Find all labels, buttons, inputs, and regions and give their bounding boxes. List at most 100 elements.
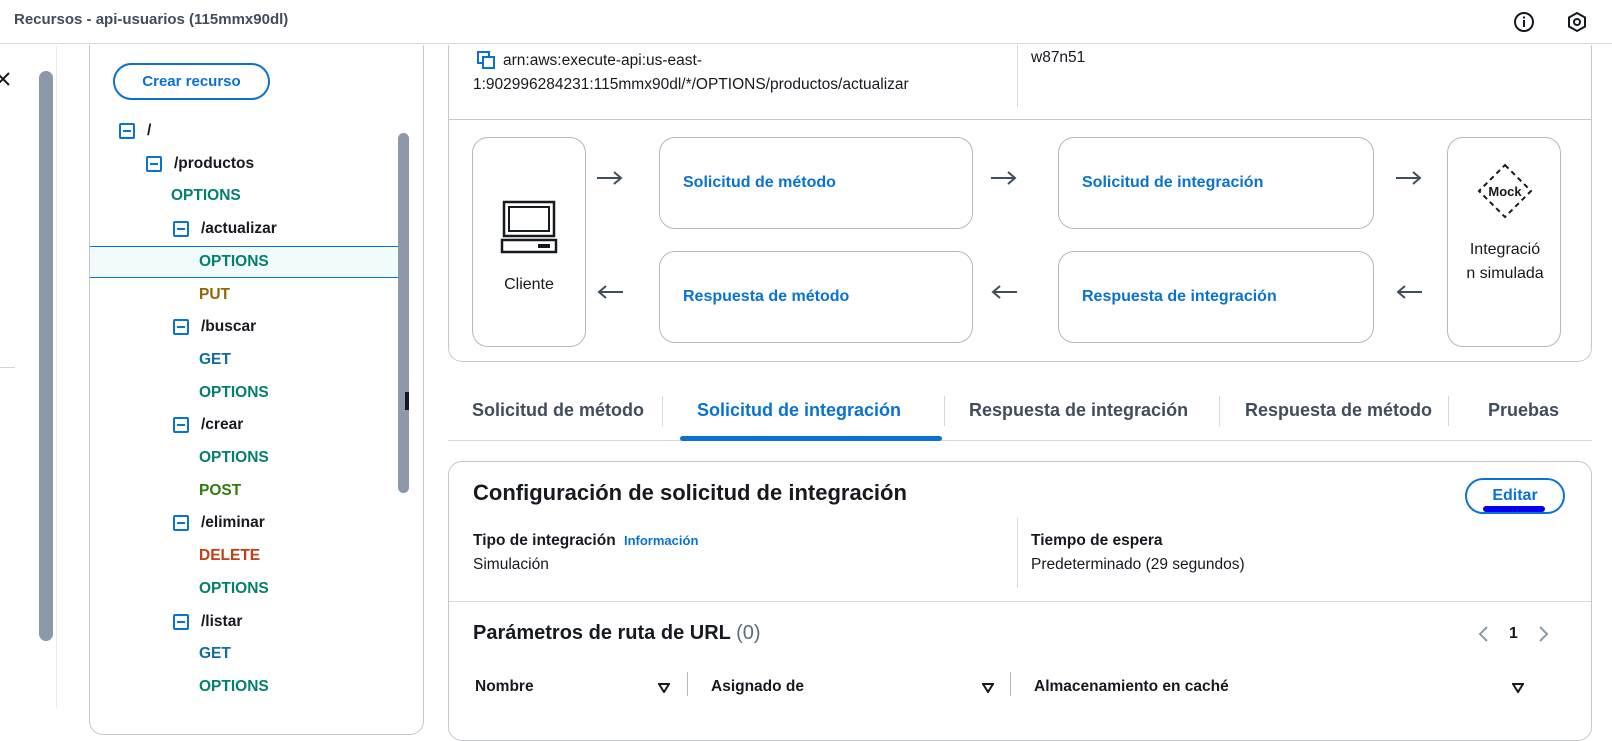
url-path-params-count: (0) [736, 622, 761, 644]
current-page[interactable]: 1 [1509, 625, 1518, 643]
tab-separator [1219, 396, 1220, 426]
edit-annotation-mark [1483, 506, 1545, 512]
integration-response-link[interactable]: Respuesta de integración [1082, 288, 1277, 306]
integration-request-card[interactable]: Solicitud de integración [1058, 137, 1374, 229]
chevron-right-icon[interactable] [1536, 625, 1550, 643]
nav-divider [0, 367, 15, 368]
resource-path-label: /productos [174, 154, 255, 172]
pagination: 1 [1477, 622, 1550, 646]
integration-response-card[interactable]: Respuesta de integración [1058, 251, 1374, 343]
chevron-left-icon[interactable] [1477, 625, 1491, 643]
tab-method-request[interactable]: Solicitud de método [472, 400, 644, 421]
collapse-icon[interactable] [173, 417, 189, 434]
arrow-right-icon [991, 171, 1017, 185]
method-label: POST [199, 481, 242, 499]
sort-icon[interactable] [982, 683, 994, 693]
settings-title: Configuración de solicitud de integració… [473, 480, 907, 505]
arn-divider [1017, 45, 1018, 107]
mock-icon-text: Mock [1488, 184, 1522, 199]
method-label: OPTIONS [199, 449, 269, 466]
method-response-link[interactable]: Respuesta de método [683, 288, 849, 306]
tree-resource-row[interactable]: /listar [90, 606, 400, 638]
method-label: GET [199, 645, 231, 663]
info-icon[interactable] [1513, 11, 1535, 33]
tree-method-row[interactable]: OPTIONS [90, 377, 400, 409]
method-execution-flow: Cliente Solicitud de método Respuesta de… [448, 120, 1592, 362]
column-header-mapped-from[interactable]: Asignado de [711, 678, 804, 696]
collapse-icon[interactable] [146, 155, 162, 172]
resource-path-label: /buscar [201, 318, 257, 336]
integration-request-link[interactable]: Solicitud de integración [1082, 174, 1263, 192]
resource-path-label: /crear [201, 416, 244, 434]
method-label: DELETE [199, 547, 261, 565]
method-response-card[interactable]: Respuesta de método [659, 251, 973, 343]
integration-request-settings: Configuración de solicitud de integració… [448, 461, 1592, 741]
integration-type-label: Tipo de integración Información [473, 532, 698, 550]
tree-resource-row[interactable]: /eliminar [90, 507, 400, 539]
timeout-label: Tiempo de espera [1031, 532, 1163, 549]
tab-separator [1448, 396, 1449, 426]
window-title: Recursos - api-usuarios (115mmx90dl) [14, 11, 289, 28]
tree-method-row[interactable]: OPTIONS [90, 442, 400, 474]
tree-resource-row[interactable]: /buscar [90, 311, 400, 343]
method-request-card[interactable]: Solicitud de método [659, 137, 973, 229]
method-label: OPTIONS [199, 579, 269, 597]
column-separator [1010, 672, 1011, 696]
resource-details: arn:aws:execute-api:us-east-1:9029962842… [448, 45, 1592, 120]
tree-resource-row[interactable]: / [90, 115, 400, 147]
collapse-icon[interactable] [173, 515, 189, 532]
collapse-icon[interactable] [173, 613, 189, 630]
create-resource-button[interactable]: Crear recurso [113, 63, 270, 100]
collapse-icon[interactable] [173, 221, 189, 238]
column-header-name[interactable]: Nombre [475, 678, 534, 696]
tree-scrollbar[interactable] [398, 133, 409, 493]
panel-resize-handle[interactable] [405, 392, 409, 410]
sort-icon[interactable] [658, 683, 670, 693]
resource-path-label: / [147, 122, 152, 139]
tree-resource-row[interactable]: /actualizar [90, 213, 400, 245]
nav-scrollbar[interactable] [39, 71, 53, 641]
resource-id: w87n51 [1031, 49, 1086, 66]
tab-separator [662, 396, 663, 426]
tree-method-row[interactable]: OPTIONS [90, 671, 400, 703]
section-divider [449, 601, 1591, 602]
sort-icon[interactable] [1512, 683, 1524, 693]
client-card: Cliente [472, 137, 586, 347]
tree-method-row[interactable]: OPTIONS [90, 573, 400, 605]
tab-method-response[interactable]: Respuesta de método [1245, 400, 1432, 421]
timeout-value: Predeterminado (29 segundos) [1031, 556, 1245, 573]
tree-method-row[interactable]: OPTIONS [90, 245, 400, 278]
arrow-right-icon [597, 171, 623, 185]
side-navigation [0, 45, 57, 708]
arrow-right-icon [1396, 171, 1422, 185]
close-icon[interactable] [0, 70, 12, 88]
tree-resource-row[interactable]: /crear [90, 409, 400, 441]
tree-method-row[interactable]: OPTIONS [90, 180, 400, 212]
top-bar: Recursos - api-usuarios (115mmx90dl) [0, 0, 1612, 44]
tree-method-row[interactable]: POST [90, 475, 400, 507]
mock-integration-card: Mock Integración simulada [1447, 137, 1561, 347]
tab-integration-request[interactable]: Solicitud de integración [697, 400, 901, 421]
tree-method-row[interactable]: GET [90, 344, 400, 376]
url-path-params-title: Parámetros de ruta de URL (0) [473, 622, 761, 645]
tab-integration-response[interactable]: Respuesta de integración [969, 400, 1188, 421]
method-request-link[interactable]: Solicitud de método [683, 174, 836, 192]
method-label: OPTIONS [199, 677, 269, 695]
tree-method-row[interactable]: PUT [90, 279, 400, 311]
info-link[interactable]: Información [624, 533, 698, 548]
tree-method-row[interactable]: GET [90, 638, 400, 670]
column-separator [687, 672, 688, 696]
column-header-caching[interactable]: Almacenamiento en caché [1034, 678, 1229, 696]
tree-method-row[interactable]: DELETE [90, 540, 400, 572]
tree-resource-row[interactable]: /productos [90, 148, 400, 180]
method-label: OPTIONS [199, 383, 269, 401]
mock-caption: Integración simulada [1466, 241, 1544, 282]
resource-path-label: /actualizar [201, 220, 277, 238]
arrow-left-icon [597, 285, 623, 299]
collapse-icon[interactable] [119, 123, 135, 139]
settings-icon[interactable] [1566, 11, 1588, 33]
tab-tests[interactable]: Pruebas [1488, 400, 1559, 421]
collapse-icon[interactable] [173, 319, 189, 336]
arn-value: arn:aws:execute-api:us-east-1:9029962842… [473, 52, 909, 93]
resource-path-label: /eliminar [201, 514, 265, 532]
